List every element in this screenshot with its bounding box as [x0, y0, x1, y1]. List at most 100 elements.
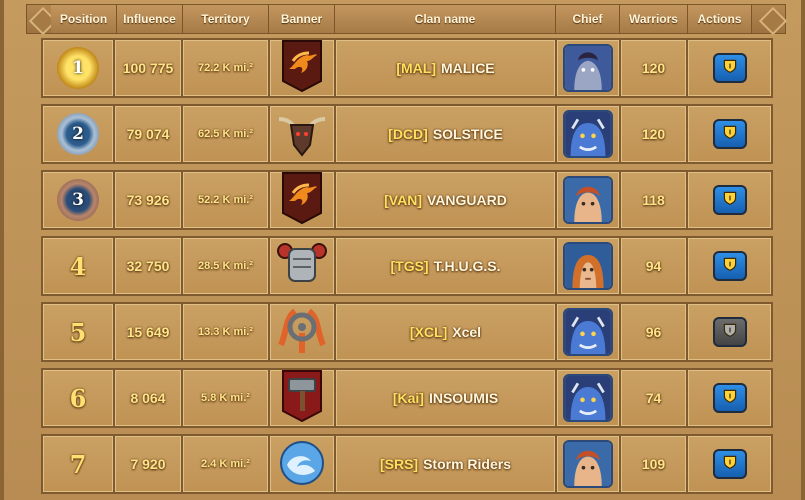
clan-row[interactable]: 1 100 775 72.2 K mi.² [MAL] MALICE 120	[41, 38, 773, 98]
position-cell: 5	[43, 304, 113, 360]
shield-icon	[722, 58, 738, 79]
influence-value: 73 926	[115, 172, 181, 228]
shield-icon	[722, 388, 738, 409]
shield-icon	[722, 124, 738, 145]
influence-value: 15 649	[115, 304, 181, 360]
chief-cell[interactable]	[557, 304, 619, 360]
header-influence[interactable]: Influence	[117, 5, 183, 33]
chief-cell[interactable]	[557, 106, 619, 162]
chief-cell[interactable]	[557, 40, 619, 96]
chief-cell[interactable]	[557, 172, 619, 228]
rank-medal-icon: 1	[57, 47, 99, 89]
territory-value: 2.4 K mi.²	[183, 436, 268, 492]
territory-value: 52.2 K mi.²	[183, 172, 268, 228]
clan-name-cell[interactable]: [XCL] Xcel	[336, 304, 555, 360]
clan-tag: [TGS]	[390, 258, 429, 274]
clan-name: MALICE	[440, 60, 495, 76]
orange-dragon-banner-icon	[275, 171, 329, 230]
clan-row[interactable]: 7 7 920 2.4 K mi.² [SRS] Storm Riders 109	[41, 434, 773, 494]
right-ornament-icon	[758, 6, 788, 36]
vampire-chief-avatar[interactable]	[563, 44, 613, 92]
actions-cell	[688, 106, 771, 162]
rank-number: 4	[69, 251, 87, 281]
position-cell: 6	[43, 370, 113, 426]
clan-tag: [VAN]	[384, 192, 422, 208]
position-cell: 4	[43, 238, 113, 294]
banner-cell	[270, 304, 334, 360]
header-clan-name[interactable]: Clan name	[335, 5, 556, 33]
actions-cell	[688, 436, 771, 492]
actions-cell	[688, 40, 771, 96]
clan-name-cell[interactable]: [SRS] Storm Riders	[336, 436, 555, 492]
position-cell: 2	[43, 106, 113, 162]
clan-name: Storm Riders	[423, 456, 512, 472]
chief-cell[interactable]	[557, 436, 619, 492]
banner-cell	[270, 39, 334, 96]
warriors-value: 120	[621, 106, 686, 162]
rank-medal-icon: 2	[57, 113, 99, 155]
influence-value: 79 074	[115, 106, 181, 162]
water-swirl-banner-icon	[275, 435, 329, 494]
header-banner: Banner	[269, 5, 335, 33]
shield-icon	[722, 190, 738, 211]
clan-row[interactable]: 6 8 064 5.8 K mi.² [Kai] INSOUMIS 74	[41, 368, 773, 428]
position-cell: 1	[43, 40, 113, 96]
rank-number: 1	[72, 58, 84, 78]
chief-cell[interactable]	[557, 238, 619, 294]
banner-cell	[270, 106, 334, 162]
rank-number: 2	[72, 124, 84, 144]
warriors-value: 94	[621, 238, 686, 294]
rank-number: 6	[69, 383, 87, 413]
clan-name-cell[interactable]: [VAN] VANGUARD	[336, 172, 555, 228]
banner-cell	[270, 238, 334, 294]
clan-name-cell[interactable]: [Kai] INSOUMIS	[336, 370, 555, 426]
influence-value: 7 920	[115, 436, 181, 492]
clan-tag: [Kai]	[392, 390, 424, 406]
actions-cell	[688, 304, 771, 360]
clan-action-button[interactable]	[712, 53, 747, 83]
warriors-value: 96	[621, 304, 686, 360]
clan-action-button[interactable]	[712, 185, 747, 215]
clan-action-button[interactable]	[712, 251, 747, 281]
chief-cell[interactable]	[557, 370, 619, 426]
blue-ogre-chief-avatar[interactable]	[563, 374, 613, 422]
territory-value: 72.2 K mi.²	[183, 40, 268, 96]
clan-action-button[interactable]	[712, 383, 747, 413]
blue-ogre-chief-avatar[interactable]	[563, 308, 613, 356]
position-cell: 7	[43, 436, 113, 492]
shield-icon	[722, 454, 738, 475]
warriors-value: 118	[621, 172, 686, 228]
clan-name: Xcel	[452, 324, 482, 340]
clan-action-button[interactable]	[712, 449, 747, 479]
clan-row[interactable]: 2 79 074 62.5 K mi.² [DCD] SOLSTICE 120	[41, 104, 773, 164]
header-warriors[interactable]: Warriors	[620, 5, 688, 33]
influence-value: 32 750	[115, 238, 181, 294]
clan-name: T.H.U.G.S.	[433, 258, 501, 274]
header-territory[interactable]: Territory	[183, 5, 269, 33]
clan-row[interactable]: 5 15 649 13.3 K mi.² [XCL] Xcel 96	[41, 302, 773, 362]
blue-ogre-chief-avatar[interactable]	[563, 110, 613, 158]
clan-row[interactable]: 3 73 926 52.2 K mi.² [VAN] VANGUARD 118	[41, 170, 773, 230]
rank-medal-icon: 3	[57, 179, 99, 221]
clan-name-cell[interactable]: [TGS] T.H.U.G.S.	[336, 238, 555, 294]
horned-beast-banner-icon	[275, 105, 329, 164]
clan-row[interactable]: 4 32 750 28.5 K mi.² [TGS] T.H.U.G.S. 94	[41, 236, 773, 296]
red-haired-warrior-chief-avatar[interactable]	[563, 440, 613, 488]
clan-name: VANGUARD	[426, 192, 507, 208]
actions-cell	[688, 370, 771, 426]
banner-cell	[270, 171, 334, 230]
clan-name-cell[interactable]: [MAL] MALICE	[336, 40, 555, 96]
shield-icon	[722, 322, 738, 343]
clan-name: INSOUMIS	[428, 390, 499, 406]
header-chief: Chief	[556, 5, 620, 33]
clan-tag: [DCD]	[388, 126, 428, 142]
clan-tag: [XCL]	[409, 324, 448, 340]
warriors-value: 120	[621, 40, 686, 96]
header-position[interactable]: Position	[51, 5, 117, 33]
red-haired-warrior-chief-avatar[interactable]	[563, 176, 613, 224]
clan-action-button[interactable]	[712, 119, 747, 149]
long-haired-warrior-chief-avatar[interactable]	[563, 242, 613, 290]
clan-name-cell[interactable]: [DCD] SOLSTICE	[336, 106, 555, 162]
territory-value: 5.8 K mi.²	[183, 370, 268, 426]
armored-fist-banner-icon	[275, 237, 329, 296]
